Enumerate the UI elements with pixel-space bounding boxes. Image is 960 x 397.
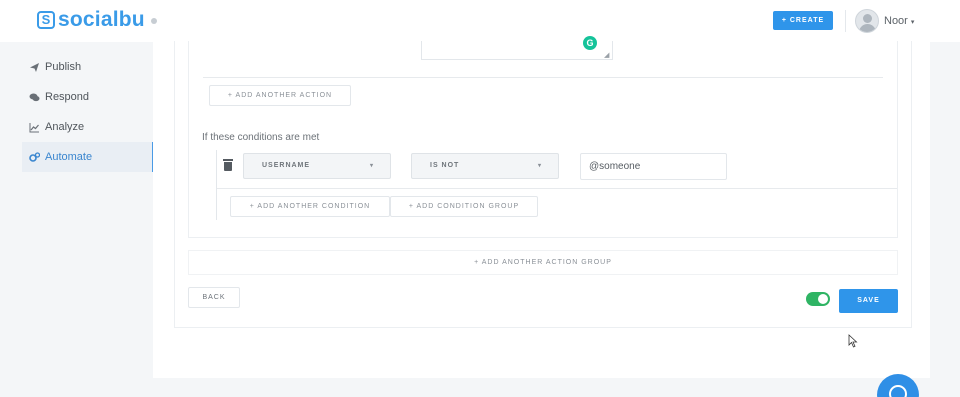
paper-plane-icon: [29, 62, 40, 73]
header-divider: [845, 10, 846, 32]
add-another-action-button[interactable]: + ADD ANOTHER ACTION: [209, 85, 351, 106]
chevron-down-icon: ▾: [537, 163, 542, 169]
condition-operator-select[interactable]: IS NOT ▾: [411, 153, 559, 179]
add-condition-group-button[interactable]: + ADD CONDITION GROUP: [390, 196, 538, 217]
condition-value-input[interactable]: [580, 153, 727, 180]
add-another-action-group-button[interactable]: + ADD ANOTHER ACTION GROUP: [188, 250, 898, 275]
sidebar-item-analyze[interactable]: Analyze: [22, 112, 154, 142]
toggle-knob: [818, 294, 828, 304]
status-dot: [150, 18, 157, 24]
sidebar: Publish Respond Analyze Automate: [22, 52, 154, 172]
brand-name: socialbu: [58, 8, 145, 31]
trash-icon[interactable]: [222, 159, 234, 172]
back-button[interactable]: BACK: [188, 287, 240, 308]
divider: [217, 188, 897, 189]
condition-operator-value: IS NOT: [430, 162, 460, 169]
sidebar-item-automate[interactable]: Automate: [22, 142, 154, 172]
logo-icon: S: [37, 11, 55, 29]
line-chart-icon: [29, 122, 40, 133]
avatar[interactable]: [855, 9, 879, 33]
sidebar-item-label: Publish: [45, 61, 82, 73]
chevron-down-icon: ▾: [910, 19, 915, 26]
brand-logo[interactable]: S socialbu: [37, 9, 157, 31]
conditions-heading: If these conditions are met: [202, 132, 320, 143]
condition-field-value: USERNAME: [262, 162, 311, 169]
sidebar-item-label: Automate: [45, 151, 93, 163]
sidebar-item-respond[interactable]: Respond: [22, 82, 154, 112]
add-another-condition-button[interactable]: + ADD ANOTHER CONDITION: [230, 196, 390, 217]
condition-group-rail: [216, 150, 217, 220]
top-bar: S socialbu + CREATE Noor ▾: [0, 0, 960, 42]
sidebar-item-label: Respond: [45, 91, 90, 103]
chat-icon: [29, 92, 40, 103]
user-menu[interactable]: Noor ▾: [884, 15, 914, 27]
resize-handle-icon[interactable]: ◢: [604, 51, 609, 59]
enabled-toggle[interactable]: [806, 292, 830, 306]
condition-field-select[interactable]: USERNAME ▾: [243, 153, 391, 179]
save-button[interactable]: SAVE: [839, 289, 898, 313]
mouse-cursor-icon: [848, 334, 858, 348]
chat-icon: [889, 385, 907, 397]
sidebar-item-publish[interactable]: Publish: [22, 52, 154, 82]
gears-icon: [29, 151, 41, 163]
user-name: Noor: [884, 15, 908, 27]
create-button[interactable]: + CREATE: [773, 11, 833, 30]
grammarly-icon[interactable]: G: [583, 36, 597, 50]
chevron-down-icon: ▾: [369, 163, 374, 169]
sidebar-item-label: Analyze: [45, 121, 85, 133]
divider: [203, 77, 883, 78]
